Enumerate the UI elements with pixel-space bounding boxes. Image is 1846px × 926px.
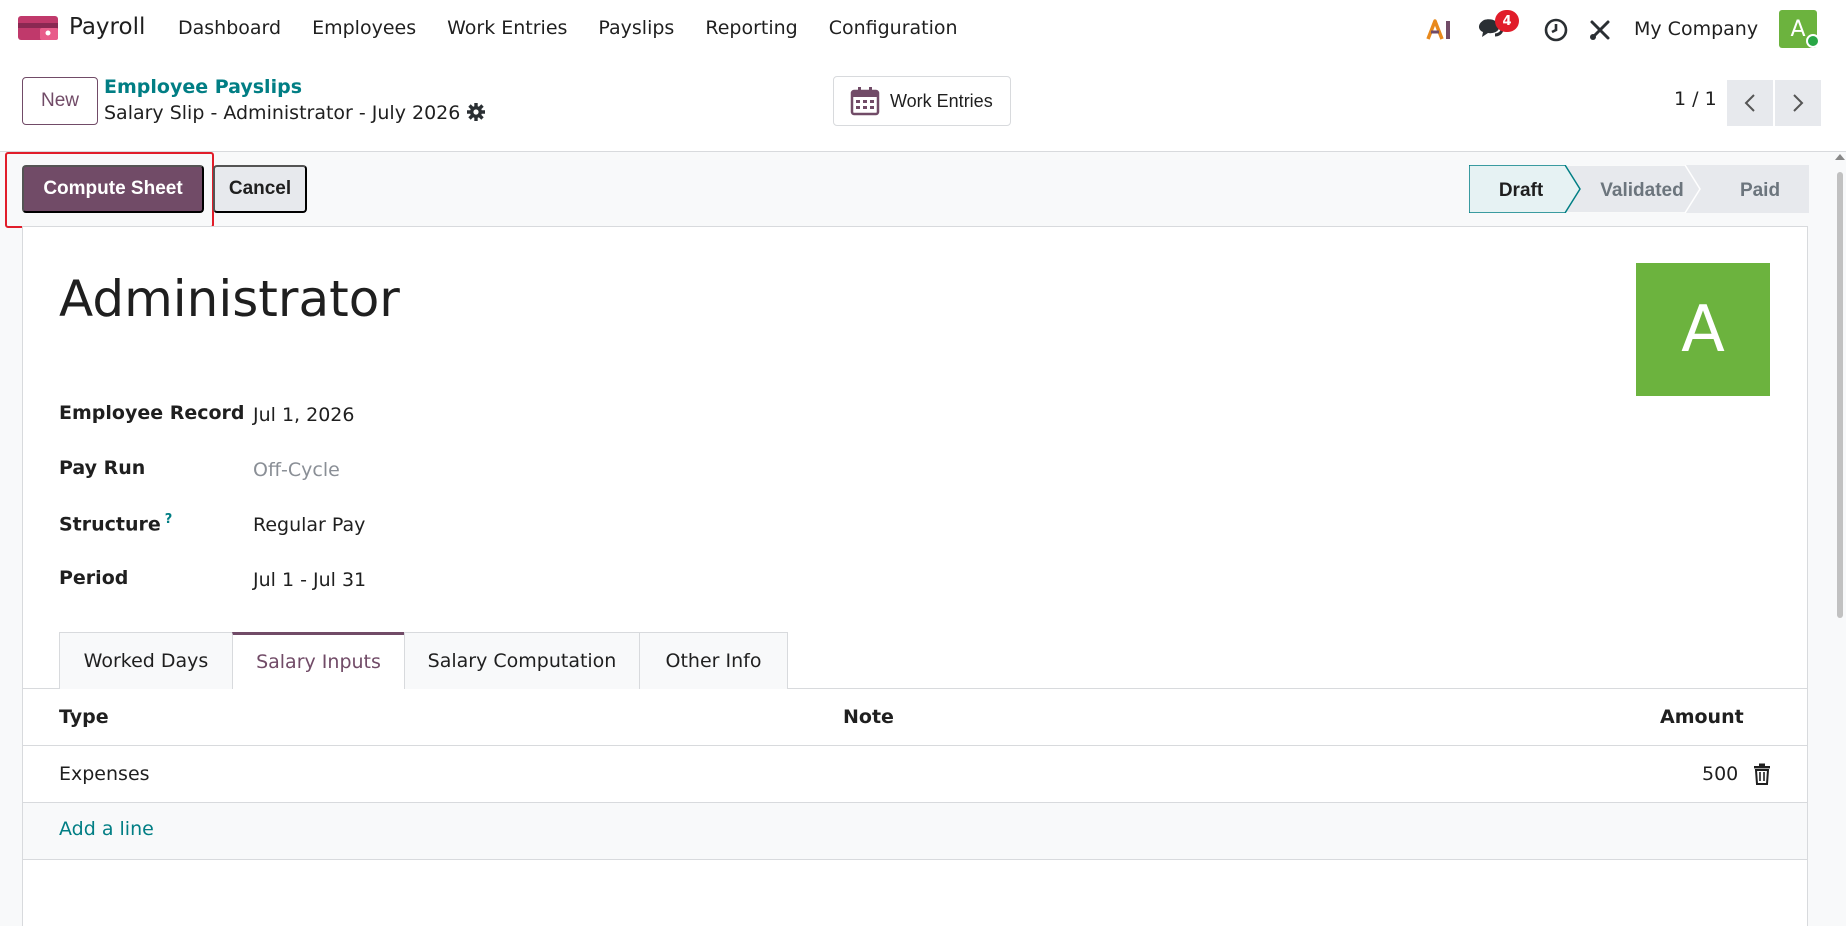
menu-reporting[interactable]: Reporting xyxy=(705,17,797,39)
company-switcher[interactable]: My Company xyxy=(1634,18,1758,40)
online-status-dot xyxy=(1806,34,1820,48)
chevron-left-icon xyxy=(1744,94,1755,112)
tab-salary-computation[interactable]: Salary Computation xyxy=(404,632,640,689)
add-line-row xyxy=(23,803,1807,859)
highlight-box xyxy=(5,152,214,228)
column-header-note[interactable]: Note xyxy=(843,706,894,728)
work-entries-label: Work Entries xyxy=(890,90,993,111)
work-entries-smart-button[interactable]: Work Entries xyxy=(833,76,1011,126)
period-field[interactable]: Jul 1 - Jul 31 xyxy=(253,569,366,591)
stage-draft[interactable]: Draft xyxy=(1499,180,1544,201)
menu-dashboard[interactable]: Dashboard xyxy=(178,17,281,39)
chevron-right-icon xyxy=(1793,94,1804,112)
pay-run-field[interactable]: Off-Cycle xyxy=(253,459,340,481)
breadcrumb-parent-link[interactable]: Employee Payslips xyxy=(104,76,302,98)
menu-payslips[interactable]: Payslips xyxy=(598,17,674,39)
tab-worked-days[interactable]: Worked Days xyxy=(59,632,233,689)
calendar-icon xyxy=(850,87,880,116)
debug-tools-icon[interactable] xyxy=(1585,16,1615,44)
menu-work-entries[interactable]: Work Entries xyxy=(447,17,567,39)
activity-clock-icon[interactable] xyxy=(1541,16,1571,44)
add-line-link[interactable]: Add a line xyxy=(59,818,154,840)
pay-run-label: Pay Run xyxy=(59,457,146,479)
structure-label: Structure? xyxy=(59,512,172,535)
stage-validated[interactable]: Validated xyxy=(1600,180,1683,201)
payroll-app-icon[interactable] xyxy=(18,14,58,42)
structure-field[interactable]: Regular Pay xyxy=(253,514,365,536)
menu-configuration[interactable]: Configuration xyxy=(829,17,958,39)
trash-icon[interactable] xyxy=(1753,763,1771,785)
scroll-up-arrow-icon[interactable] xyxy=(1835,154,1845,160)
new-button[interactable]: New xyxy=(22,77,98,125)
gear-icon[interactable] xyxy=(466,102,486,122)
pager-next-button[interactable] xyxy=(1775,80,1821,126)
main-menu: Dashboard Employees Work Entries Payslip… xyxy=(178,17,989,39)
period-label: Period xyxy=(59,567,129,589)
structure-help-icon[interactable]: ? xyxy=(165,512,173,527)
employee-record-label: Employee Record xyxy=(59,402,245,424)
status-stages: Draft Validated Paid xyxy=(1469,165,1809,213)
stage-paid[interactable]: Paid xyxy=(1740,180,1780,201)
message-count-badge: 4 xyxy=(1495,10,1519,32)
structure-label-text: Structure xyxy=(59,513,161,536)
pager-previous-button[interactable] xyxy=(1727,80,1773,126)
row-amount-cell[interactable]: 500 xyxy=(1702,763,1738,785)
menu-employees[interactable]: Employees xyxy=(312,17,416,39)
scrollbar-thumb[interactable] xyxy=(1837,172,1843,618)
notebook-tabs: Worked Days Salary Inputs Salary Computa… xyxy=(59,632,788,689)
table-bottom-divider xyxy=(23,859,1807,860)
pager-value[interactable]: 1 / 1 xyxy=(1674,88,1717,110)
ai-icon[interactable] xyxy=(1425,16,1455,44)
app-name[interactable]: Payroll xyxy=(69,14,145,40)
column-header-type[interactable]: Type xyxy=(59,706,109,728)
employee-record-field[interactable]: Jul 1, 2026 xyxy=(253,404,355,426)
employee-avatar[interactable]: A xyxy=(1636,263,1770,396)
row-type-cell[interactable]: Expenses xyxy=(59,763,150,785)
tab-salary-inputs[interactable]: Salary Inputs xyxy=(232,632,405,689)
employee-name[interactable]: Administrator xyxy=(59,270,400,328)
control-panel: New Employee Payslips Salary Slip - Admi… xyxy=(0,60,1846,152)
column-header-amount[interactable]: Amount xyxy=(1660,706,1744,728)
header-divider xyxy=(23,745,1807,746)
cancel-button[interactable]: Cancel xyxy=(213,165,307,213)
top-navbar: Payroll Dashboard Employees Work Entries… xyxy=(0,0,1846,60)
tab-other-info[interactable]: Other Info xyxy=(639,632,788,689)
breadcrumb-current: Salary Slip - Administrator - July 2026 xyxy=(104,102,461,124)
